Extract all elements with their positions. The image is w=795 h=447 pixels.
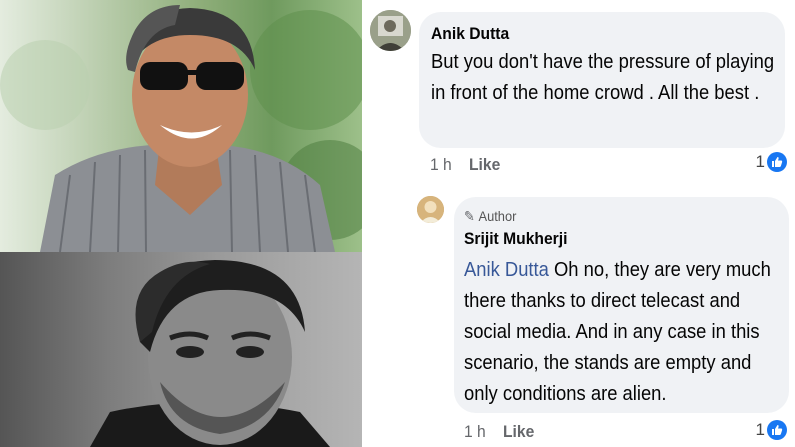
comment-actions: 1 h Like xyxy=(430,155,500,175)
portrait-illustration xyxy=(40,5,335,252)
comment-thread: Anik Dutta But you don't have the pressu… xyxy=(362,0,795,447)
comment-text: But you don't have the pressure of playi… xyxy=(431,51,775,104)
reaction-summary[interactable]: 1 xyxy=(756,152,787,172)
comment-text: Anik Dutta Oh no, they are very much the… xyxy=(464,255,786,410)
pencil-icon: ✎ xyxy=(464,208,475,224)
thumbs-up-icon xyxy=(767,420,787,440)
photo-anik-dutta xyxy=(0,0,362,252)
comment-actions: 1 h Like xyxy=(464,422,534,442)
comment-author[interactable]: Anik Dutta xyxy=(431,24,509,44)
like-button[interactable]: Like xyxy=(503,422,534,441)
reaction-count: 1 xyxy=(755,420,765,439)
photo-srijit-mukherji xyxy=(0,252,362,447)
author-badge: ✎ Author xyxy=(464,208,516,225)
reaction-count: 1 xyxy=(755,152,765,171)
avatar[interactable] xyxy=(417,196,444,223)
avatar[interactable] xyxy=(370,10,411,51)
mention-link[interactable]: Anik Dutta xyxy=(464,259,549,281)
reaction-summary[interactable]: 1 xyxy=(756,420,787,440)
author-badge-label: Author xyxy=(478,208,517,224)
thumbs-up-icon xyxy=(767,152,787,172)
portrait-illustration xyxy=(90,260,330,447)
comment-bubble: Anik Dutta But you don't have the pressu… xyxy=(419,12,785,148)
like-button[interactable]: Like xyxy=(469,155,500,174)
comment-timestamp[interactable]: 1 h xyxy=(430,155,452,174)
comment-timestamp[interactable]: 1 h xyxy=(464,422,486,441)
comment-author[interactable]: Srijit Mukherji xyxy=(464,229,567,249)
comment-bubble: ✎ Author Srijit Mukherji Anik Dutta Oh no… xyxy=(454,197,789,413)
